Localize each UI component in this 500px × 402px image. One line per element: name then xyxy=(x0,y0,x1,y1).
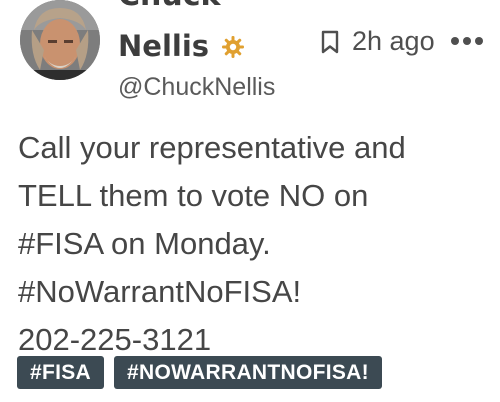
post-body: Call your representative and TELL them t… xyxy=(18,124,488,364)
hashtag-list: #FISA #NOWARRANTNOFISA! xyxy=(17,356,382,389)
avatar-image xyxy=(20,0,100,80)
hashtag-chip-fisa[interactable]: #FISA xyxy=(17,356,105,389)
bookmark-icon[interactable] xyxy=(321,30,339,54)
verified-badge-icon xyxy=(222,36,244,58)
hashtag-chip-nowarrantnofisa[interactable]: #NOWARRANTNOFISA! xyxy=(114,356,382,389)
post-card: Chuck Nellis 2h ago @ChuckNellis Call yo… xyxy=(0,0,500,402)
post-timestamp: 2h ago xyxy=(352,26,435,56)
author-avatar[interactable] xyxy=(20,0,100,80)
author-name-first[interactable]: Chuck xyxy=(118,0,220,11)
post-body-line: Call your representative and xyxy=(18,130,406,165)
author-handle[interactable]: @ChuckNellis xyxy=(118,72,275,102)
post-body-line: #NoWarrantNoFISA! xyxy=(18,274,302,309)
more-options-icon[interactable] xyxy=(450,36,484,46)
post-body-line: TELL them to vote NO on xyxy=(18,178,369,213)
author-name[interactable]: Nellis xyxy=(118,29,209,63)
post-body-line: #FISA on Monday. xyxy=(18,226,271,261)
